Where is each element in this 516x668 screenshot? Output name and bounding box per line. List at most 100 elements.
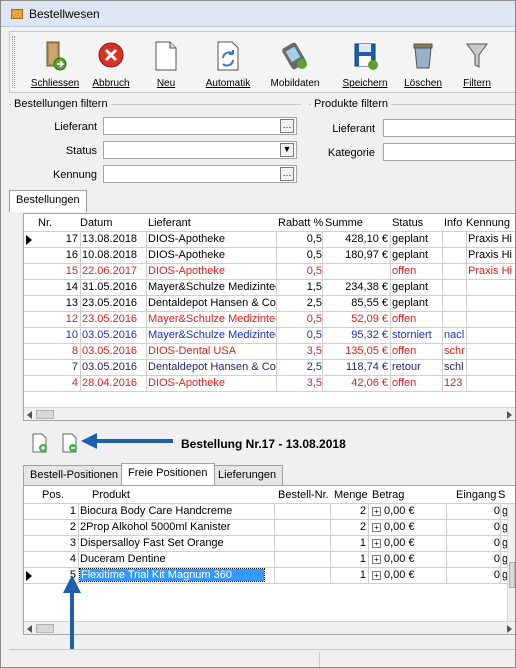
col-betrag[interactable]: Betrag <box>372 489 404 501</box>
cell-menge: 2 <box>359 521 366 533</box>
window-title: Bestellwesen <box>29 7 100 21</box>
filter-status-select[interactable]: ▼ <box>103 141 297 159</box>
table-row[interactable]: 7 03.05.2016 Dentaldepot Hansen & Co. 2,5 11… <box>24 360 515 376</box>
expand-plus-icon[interactable]: + <box>372 507 381 516</box>
positions-vscroll-thumb[interactable] <box>509 562 515 588</box>
mobildaten-button[interactable]: Mobildaten <box>264 32 326 92</box>
speichern-button[interactable]: Speichern <box>336 32 394 92</box>
grid-line <box>274 520 275 535</box>
expand-plus-icon[interactable]: + <box>372 539 381 548</box>
table-row[interactable]: 5 Flexitime Trial Kit Magnum 360 1 +0,00 €0… <box>24 568 515 584</box>
col-produkt[interactable]: Produkt <box>92 489 130 501</box>
cell-status: geplant <box>392 249 429 261</box>
expand-plus-icon[interactable]: + <box>372 523 381 532</box>
grid-line <box>390 264 391 279</box>
grid-line <box>322 296 323 311</box>
grid-line <box>80 328 81 343</box>
door-exit-icon <box>46 41 67 71</box>
table-row[interactable]: 2 2Prop Alkohol 5000ml Kanister 2 +0,00 €0 g <box>24 520 515 536</box>
cell-status: geplant <box>392 297 429 309</box>
grid-line <box>78 552 79 567</box>
remove-item-icon[interactable] <box>61 433 79 453</box>
table-row[interactable]: 4 Duceram Dentine 1 +0,00 €0 g <box>24 552 515 568</box>
expand-plus-icon[interactable]: + <box>372 571 381 580</box>
cell-datum: 03.05.2016 <box>82 329 138 341</box>
col-status[interactable]: Status <box>392 217 423 229</box>
col-lieferant[interactable]: Lieferant <box>148 217 191 229</box>
automatik-button[interactable]: Automatik <box>198 32 258 92</box>
cell-eingang: 0 <box>493 569 500 581</box>
loeschen-button[interactable]: Löschen <box>398 32 448 92</box>
tab-lieferungen[interactable]: Lieferungen <box>211 465 284 485</box>
add-item-icon[interactable] <box>31 433 49 453</box>
scroll-left-icon[interactable] <box>27 625 32 633</box>
positions-table-header: Pos. Produkt Bestell-Nr. Menge Betrag Ei… <box>24 486 515 504</box>
product-category-field[interactable] <box>383 143 515 161</box>
title-bar[interactable]: Bestellwesen <box>1 1 515 27</box>
cell-status: retour <box>392 361 421 373</box>
col-summe[interactable]: Summe <box>325 217 363 229</box>
grid-line <box>80 296 81 311</box>
grid-line <box>80 360 81 375</box>
schliessen-button[interactable]: Schliessen <box>28 32 82 92</box>
filter-panel: Bestellungen filtern Produkte filtern Li… <box>9 97 515 185</box>
grid-line <box>80 312 81 327</box>
tab-bestellungen[interactable]: Bestellungen <box>9 190 87 212</box>
positions-hscrollbar[interactable] <box>24 621 515 634</box>
cell-menge: 1 <box>359 553 366 565</box>
grid-line <box>322 360 323 375</box>
filtern-button[interactable]: Filtern <box>454 32 500 92</box>
col-menge[interactable]: Menge <box>334 489 368 501</box>
abbruch-button[interactable]: Abbruch <box>86 32 136 92</box>
ellipsis-icon[interactable]: … <box>280 167 294 181</box>
orders-hscrollbar[interactable] <box>24 407 515 420</box>
table-row[interactable]: 17 13.08.2018 DIOS-Apotheke 0,5 428,10 € gepl… <box>24 232 515 248</box>
tab-freie-positionen[interactable]: Freie Positionen <box>121 463 215 485</box>
expand-plus-icon[interactable]: + <box>372 555 381 564</box>
col-s[interactable]: S <box>498 489 505 501</box>
grid-line <box>442 280 443 295</box>
table-row[interactable]: 10 03.05.2016 Mayer&Schulze Medizintec 0,5 9… <box>24 328 515 344</box>
col-kennung[interactable]: Kennung <box>466 217 510 229</box>
col-info[interactable]: Info <box>444 217 462 229</box>
col-datum[interactable]: Datum <box>80 217 112 229</box>
cell-nr: 13 <box>65 297 78 309</box>
scroll-left-icon[interactable] <box>27 411 32 419</box>
grid-line <box>80 264 81 279</box>
grid-line <box>390 248 391 263</box>
ellipsis-icon[interactable]: … <box>280 119 294 133</box>
table-row[interactable]: 8 03.05.2016 DIOS-Dental USA 3,5 135,05 € off… <box>24 344 515 360</box>
table-row[interactable]: 3 Dispersalloy Fast Set Orange 1 +0,00 €0 g <box>24 536 515 552</box>
neu-button[interactable]: Neu <box>144 32 188 92</box>
table-row[interactable]: 14 31.05.2016 Mayer&Schulze Medizintec 1,5 2… <box>24 280 515 296</box>
grid-line <box>390 376 391 391</box>
positions-hscroll-thumb[interactable] <box>36 624 54 633</box>
table-row[interactable]: 12 23.05.2016 Mayer&Schulze Medizintec 0,5 5… <box>24 312 515 328</box>
toolbar-grip[interactable] <box>12 36 15 88</box>
filter-kennung-field[interactable]: … <box>103 165 297 183</box>
table-row[interactable]: 1 Biocura Body Care Handcreme 2 +0,00 €0 g <box>24 504 515 520</box>
cell-rabatt: 2,5 <box>306 361 322 373</box>
table-row[interactable]: 4 28.04.2016 DIOS-Apotheke 3,5 42,06 € offen 1… <box>24 376 515 392</box>
tab-bestell-positionen[interactable]: Bestell-Positionen <box>23 465 126 485</box>
table-row[interactable]: 16 10.08.2018 DIOS-Apotheke 0,5 180,97 € gepl… <box>24 248 515 264</box>
table-row[interactable]: 15 22.06.2017 DIOS-Apotheke 0,5 offen Praxis … <box>24 264 515 280</box>
grid-line <box>146 312 147 327</box>
col-rabatt[interactable]: Rabatt % <box>278 217 323 229</box>
col-pos[interactable]: Pos. <box>42 489 64 501</box>
scroll-right-icon[interactable] <box>507 625 512 633</box>
grid-line <box>500 520 501 535</box>
product-supplier-field[interactable] <box>383 119 515 137</box>
col-bestellnr[interactable]: Bestell-Nr. <box>278 489 329 501</box>
chevron-down-icon[interactable]: ▼ <box>280 143 294 157</box>
col-nr[interactable]: Nr. <box>38 217 52 229</box>
orders-hscroll-thumb[interactable] <box>36 410 54 419</box>
table-row[interactable]: 13 23.05.2016 Dentaldepot Hansen & Co. 2,5 8… <box>24 296 515 312</box>
scroll-right-icon[interactable] <box>507 411 512 419</box>
cell-lieferant: DIOS-Apotheke <box>148 377 226 389</box>
grid-line <box>466 360 467 375</box>
positions-vscrollbar[interactable] <box>507 504 515 622</box>
col-eingang[interactable]: Eingang <box>456 489 496 501</box>
cell-eingang: 0 <box>493 521 500 533</box>
filter-supplier-field[interactable]: … <box>103 117 297 135</box>
